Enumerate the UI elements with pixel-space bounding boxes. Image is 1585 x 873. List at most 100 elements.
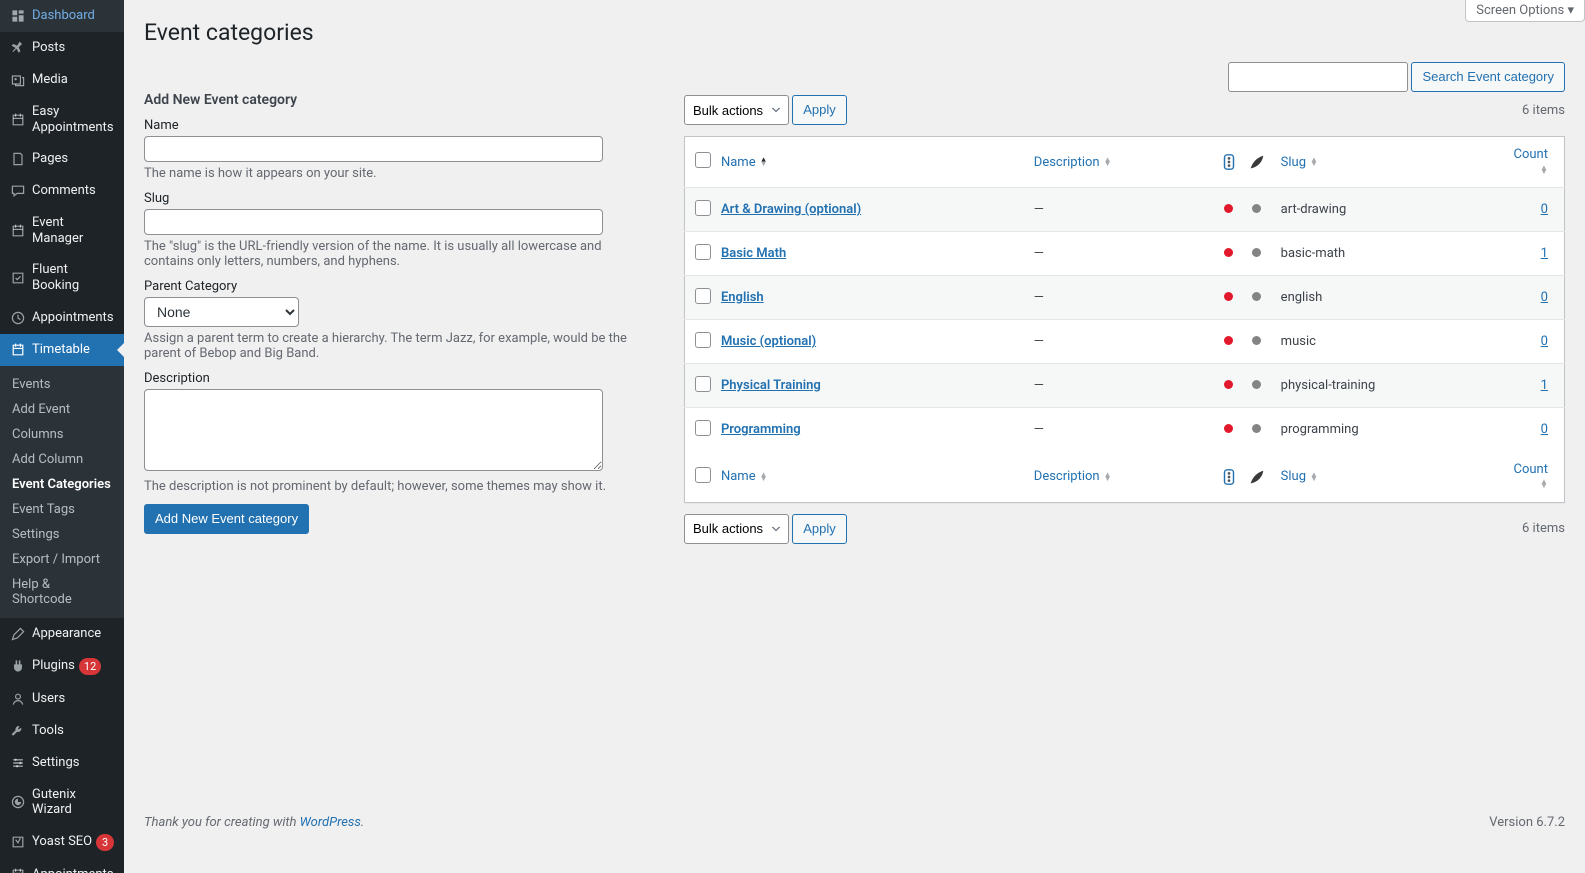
sidebar-item-fluent-booking[interactable]: Fluent Booking [0, 254, 124, 301]
bulk-actions-top[interactable]: Bulk actions [684, 95, 789, 125]
sidebar-item-label: Users [32, 691, 65, 707]
sidebar-item-label: Dashboard [32, 8, 95, 24]
appoint-icon [8, 310, 28, 326]
traffic-light-icon[interactable] [1215, 137, 1243, 188]
row-checkbox[interactable] [695, 244, 711, 260]
name-label: Name [144, 118, 627, 133]
submenu-item-events[interactable]: Events [0, 372, 124, 397]
categories-table: Name▲▼ Description▲▼ Slug▲▼ Count▲▼ Art … [684, 136, 1565, 503]
parent-select[interactable]: None [144, 297, 299, 327]
row-name-link[interactable]: Physical Training [721, 378, 821, 393]
sidebar-item-timetable[interactable]: Timetable [0, 334, 124, 366]
row-checkbox[interactable] [695, 200, 711, 216]
row-name-link[interactable]: Programming [721, 422, 801, 437]
sidebar-item-gutenix-wizard[interactable]: Gutenix Wizard [0, 779, 124, 826]
row-checkbox[interactable] [695, 420, 711, 436]
row-count-link[interactable]: 0 [1541, 422, 1548, 437]
footer-version: Version 6.7.2 [1489, 815, 1565, 830]
sidebar-item-label: Settings [32, 755, 79, 771]
sidebar-item-label: Appointments [32, 867, 114, 873]
search-input[interactable] [1228, 62, 1408, 92]
table-row: Physical Training—physical-training1 [684, 364, 1564, 408]
row-name-link[interactable]: Basic Math [721, 246, 786, 261]
sidebar-item-plugins[interactable]: Plugins12 [0, 650, 124, 683]
col-footer-slug[interactable]: Slug▲▼ [1271, 452, 1495, 503]
row-checkbox[interactable] [695, 376, 711, 392]
sidebar-item-easy-appointments[interactable]: Easy Appointments [0, 96, 124, 143]
table-row: Basic Math—basic-math1 [684, 232, 1564, 276]
row-name-link[interactable]: English [721, 290, 764, 305]
row-slug: english [1271, 276, 1495, 320]
apply-button-top[interactable]: Apply [792, 95, 847, 125]
col-header-count[interactable]: Count▲▼ [1494, 137, 1564, 188]
col-header-slug[interactable]: Slug▲▼ [1271, 137, 1495, 188]
bulk-actions-bottom[interactable]: Bulk actions [684, 514, 789, 544]
wordpress-link[interactable]: WordPress [300, 815, 361, 830]
select-all-top[interactable] [695, 152, 711, 168]
screen-options-toggle[interactable]: Screen Options [1465, 0, 1585, 22]
row-checkbox[interactable] [695, 332, 711, 348]
update-badge: 3 [96, 834, 114, 851]
parent-desc: Assign a parent term to create a hierarc… [144, 331, 627, 361]
submenu-item-event-categories[interactable]: Event Categories [0, 472, 124, 497]
row-name-link[interactable]: Music (optional) [721, 334, 816, 349]
sidebar-item-settings[interactable]: Settings [0, 747, 124, 779]
sidebar-item-appointments[interactable]: Appointments [0, 302, 124, 334]
sidebar-item-appointments[interactable]: Appointments [0, 859, 124, 873]
row-checkbox[interactable] [695, 288, 711, 304]
pin-icon [8, 40, 28, 56]
select-all-bottom[interactable] [695, 467, 711, 483]
submenu-item-export-import[interactable]: Export / Import [0, 547, 124, 572]
col-footer-count[interactable]: Count▲▼ [1494, 452, 1564, 503]
row-count-link[interactable]: 0 [1541, 334, 1548, 349]
sidebar-item-posts[interactable]: Posts [0, 32, 124, 64]
description-label: Description [144, 371, 627, 386]
sidebar-item-label: Comments [32, 183, 96, 199]
col-header-description[interactable]: Description▲▼ [1024, 137, 1215, 188]
search-button[interactable]: Search Event category [1411, 62, 1565, 92]
seo-indicator [1243, 320, 1271, 364]
sidebar-item-yoast-seo[interactable]: Yoast SEO3 [0, 826, 124, 859]
col-footer-name[interactable]: Name▲▼ [711, 452, 1024, 503]
readability-indicator [1215, 276, 1243, 320]
yoast-icon [8, 834, 28, 850]
sidebar-item-media[interactable]: Media [0, 64, 124, 96]
row-count-link[interactable]: 0 [1541, 202, 1548, 217]
submenu-item-settings[interactable]: Settings [0, 522, 124, 547]
description-desc: The description is not prominent by defa… [144, 479, 627, 494]
col-footer-description[interactable]: Description▲▼ [1024, 452, 1215, 503]
sidebar-item-comments[interactable]: Comments [0, 175, 124, 207]
apply-button-bottom[interactable]: Apply [792, 514, 847, 544]
add-new-button[interactable]: Add New Event category [144, 504, 309, 534]
calendar-icon [8, 867, 28, 873]
sidebar-item-label: Event Manager [32, 215, 116, 246]
readability-indicator [1215, 188, 1243, 232]
row-count-link[interactable]: 1 [1541, 246, 1548, 261]
sidebar-item-pages[interactable]: Pages [0, 143, 124, 175]
row-count-link[interactable]: 0 [1541, 290, 1548, 305]
sidebar-item-appearance[interactable]: Appearance [0, 618, 124, 650]
submenu-item-event-tags[interactable]: Event Tags [0, 497, 124, 522]
readability-indicator [1215, 320, 1243, 364]
row-description: — [1024, 276, 1215, 320]
description-field[interactable] [144, 389, 603, 471]
slug-field[interactable] [144, 209, 603, 235]
submenu-item-add-event[interactable]: Add Event [0, 397, 124, 422]
sidebar-item-tools[interactable]: Tools [0, 715, 124, 747]
sidebar-item-users[interactable]: Users [0, 683, 124, 715]
quill-icon[interactable] [1243, 452, 1271, 503]
add-new-heading: Add New Event category [144, 92, 627, 108]
sidebar-item-event-manager[interactable]: Event Manager [0, 207, 124, 254]
row-count-link[interactable]: 1 [1541, 378, 1548, 393]
sidebar-item-label: Posts [32, 40, 65, 56]
submenu-item-columns[interactable]: Columns [0, 422, 124, 447]
col-header-name[interactable]: Name▲▼ [711, 137, 1024, 188]
row-name-link[interactable]: Art & Drawing (optional) [721, 202, 861, 217]
traffic-light-icon[interactable] [1215, 452, 1243, 503]
submenu-item-help-shortcode[interactable]: Help & Shortcode [0, 572, 124, 612]
name-field[interactable] [144, 136, 603, 162]
sidebar-item-dashboard[interactable]: Dashboard [0, 0, 124, 32]
quill-icon[interactable] [1243, 137, 1271, 188]
table-row: Programming—programming0 [684, 408, 1564, 452]
submenu-item-add-column[interactable]: Add Column [0, 447, 124, 472]
